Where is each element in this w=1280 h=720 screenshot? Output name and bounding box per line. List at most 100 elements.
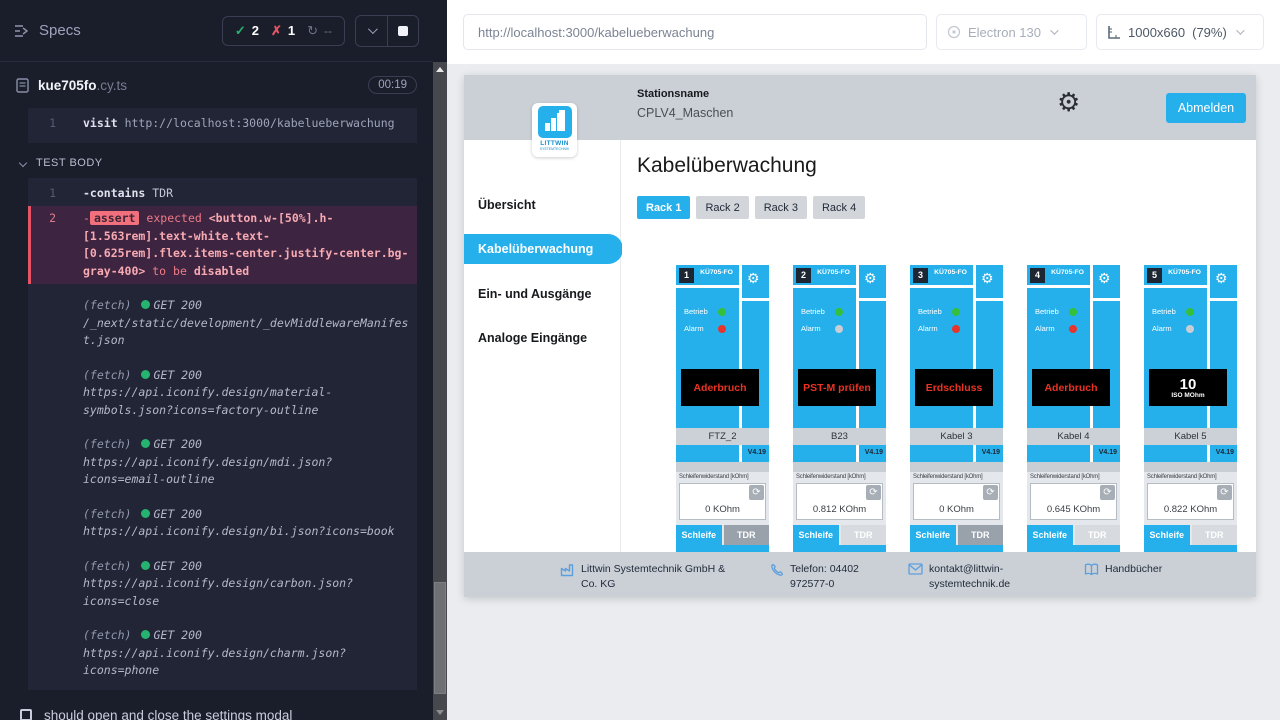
sidebar-item-analoge-eingaenge[interactable]: Analoge Eingänge (478, 331, 587, 345)
status-ok-dot (141, 300, 150, 309)
resistance-display: ⟳ 0.812 KOhm (796, 483, 883, 520)
fetch-row[interactable]: (fetch)GET 200 https://api.iconify.desig… (28, 554, 417, 615)
fetch-row[interactable]: (fetch)GET 200 https://api.iconify.desig… (28, 363, 417, 424)
card-section-strip (676, 545, 769, 552)
resistance-value: 0 KOhm (914, 504, 999, 515)
scrollbar-track[interactable] (433, 62, 447, 720)
logo-icon (538, 106, 572, 138)
tab-rack-3[interactable]: Rack 3 (755, 196, 807, 219)
spec-file-row[interactable]: kue705fo.cy.ts 00:19 (0, 62, 433, 108)
schleife-button[interactable]: Schleife (1144, 525, 1190, 545)
alarm-led (1186, 325, 1194, 333)
refresh-button[interactable]: ⟳ (983, 485, 998, 500)
firmware-version: V4.19 (1099, 449, 1117, 456)
divider (910, 462, 1003, 472)
refresh-button[interactable]: ⟳ (1217, 485, 1232, 500)
tdr-button[interactable]: TDR (1075, 525, 1121, 545)
device-settings-icon[interactable]: ⚙ (747, 271, 760, 285)
specs-list-icon[interactable] (14, 24, 30, 38)
pending-test-row[interactable]: should open and close the settings modal (20, 708, 433, 720)
footer-manuals[interactable]: Handbücher (1084, 562, 1162, 577)
stat-failed[interactable]: ✗1 (271, 23, 295, 39)
schleife-button[interactable]: Schleife (1027, 525, 1073, 545)
command-row-assert-failed[interactable]: 2 -assert expected <button.w-[50%].h-[1.… (28, 206, 417, 284)
divider (1093, 298, 1121, 301)
resistance-label: Schleifenwiderstand [kOhm] (1030, 474, 1100, 480)
resistance-label: Schleifenwiderstand [kOhm] (913, 474, 983, 480)
schleife-button[interactable]: Schleife (676, 525, 722, 545)
device-cards: 1 KÜ705-FO ⚙ Betrieb Alarm Aderbruch FTZ… (676, 265, 1237, 552)
schleife-button[interactable]: Schleife (793, 525, 839, 545)
divider (976, 298, 1004, 301)
reporter-header: Specs ✓2 ✗1 ↻-- (0, 0, 433, 62)
specs-label[interactable]: Specs (39, 22, 81, 39)
fetch-row[interactable]: (fetch)GET 200 /_next/static/development… (28, 293, 417, 354)
tdr-button[interactable]: TDR (1192, 525, 1238, 545)
scrollbar-thumb[interactable] (434, 582, 446, 694)
alarm-led (1069, 325, 1077, 333)
betrieb-led (835, 308, 843, 316)
status-display: 10 ISO MOhm (1149, 369, 1227, 406)
iso-unit: ISO MOhm (1171, 392, 1204, 399)
refresh-button[interactable]: ⟳ (866, 485, 881, 500)
divider (859, 298, 887, 301)
stat-pending[interactable]: ↻-- (307, 23, 332, 39)
command-row-contains[interactable]: 1 -contains TDR (28, 181, 417, 207)
collapse-button[interactable] (356, 16, 387, 46)
tab-rack-4[interactable]: Rack 4 (813, 196, 865, 219)
footer-email[interactable]: kontakt@littwin-systemtechnik.de (908, 562, 1008, 592)
stat-passed[interactable]: ✓2 (235, 23, 259, 39)
divider (910, 285, 973, 288)
fetch-row[interactable]: (fetch)GET 200 https://api.iconify.desig… (28, 432, 417, 493)
device-settings-icon[interactable]: ⚙ (1098, 271, 1111, 285)
schleife-button[interactable]: Schleife (910, 525, 956, 545)
station-name: CPLV4_Maschen (637, 106, 733, 120)
status-ok-dot (141, 509, 150, 518)
scroll-up-arrow[interactable] (436, 67, 444, 72)
viewport-select[interactable]: 1000x660 (79%) (1096, 14, 1264, 50)
divider (742, 298, 770, 301)
sidebar-item-kabelueberwachung[interactable]: Kabelüberwachung (464, 234, 623, 264)
device-settings-icon[interactable]: ⚙ (981, 271, 994, 285)
logout-button[interactable]: Abmelden (1166, 93, 1246, 123)
sidebar-item-ein-und-ausgaenge[interactable]: Ein- und Ausgänge (478, 287, 591, 301)
fetch-row[interactable]: (fetch)GET 200 https://api.iconify.desig… (28, 502, 417, 545)
resistance-label: Schleifenwiderstand [kOhm] (679, 474, 749, 480)
cross-icon: ✗ (271, 23, 282, 39)
app-under-test: Stationsname CPLV4_Maschen ⚙ Abmelden LI… (464, 75, 1256, 597)
fetch-row[interactable]: (fetch)GET 200 https://api.iconify.desig… (28, 623, 417, 684)
company-logo: LITTWIN SYSTEMTECHNIK (532, 103, 577, 157)
device-card: 5 KÜ705-FO ⚙ Betrieb Alarm 10 ISO MOhm K… (1144, 265, 1237, 552)
tdr-button[interactable]: TDR (724, 525, 770, 545)
cable-name: Kabel 5 (1144, 428, 1237, 445)
book-icon (1084, 563, 1099, 576)
browser-select[interactable]: Electron 130 (936, 14, 1087, 50)
device-title: KÜ705-FO (694, 269, 739, 276)
url-input[interactable] (463, 14, 927, 50)
assert-chip: assert (90, 211, 140, 225)
pending-test-icon (20, 709, 32, 720)
command-log-body: 1 -contains TDR 2 -assert expected <butt… (28, 178, 417, 690)
tab-rack-2[interactable]: Rack 2 (696, 196, 748, 219)
refresh-button[interactable]: ⟳ (1100, 485, 1115, 500)
card-section-strip (793, 545, 886, 552)
cable-name: Kabel 4 (1027, 428, 1120, 445)
footer-phone[interactable]: Telefon: 04402 972577-0 (770, 562, 894, 592)
scroll-down-arrow[interactable] (436, 710, 444, 715)
reporter-scrollbar (433, 0, 447, 720)
stop-button[interactable] (387, 16, 418, 46)
check-icon: ✓ (235, 23, 246, 39)
tdr-button[interactable]: TDR (958, 525, 1004, 545)
tab-rack-1[interactable]: Rack 1 (637, 196, 690, 219)
tdr-button[interactable]: TDR (841, 525, 887, 545)
device-number: 5 (1147, 268, 1162, 283)
device-settings-icon[interactable]: ⚙ (864, 271, 877, 285)
sidebar-item-uebersicht[interactable]: Übersicht (478, 198, 536, 212)
device-title: KÜ705-FO (928, 269, 973, 276)
refresh-button[interactable]: ⟳ (749, 485, 764, 500)
command-row-visit[interactable]: 1 visit http://localhost:3000/kabelueber… (28, 111, 417, 137)
device-settings-icon[interactable]: ⚙ (1215, 271, 1228, 285)
settings-gear-icon[interactable]: ⚙ (1057, 89, 1080, 115)
divider (1027, 285, 1090, 288)
test-body-section[interactable]: TEST BODY (20, 157, 433, 169)
